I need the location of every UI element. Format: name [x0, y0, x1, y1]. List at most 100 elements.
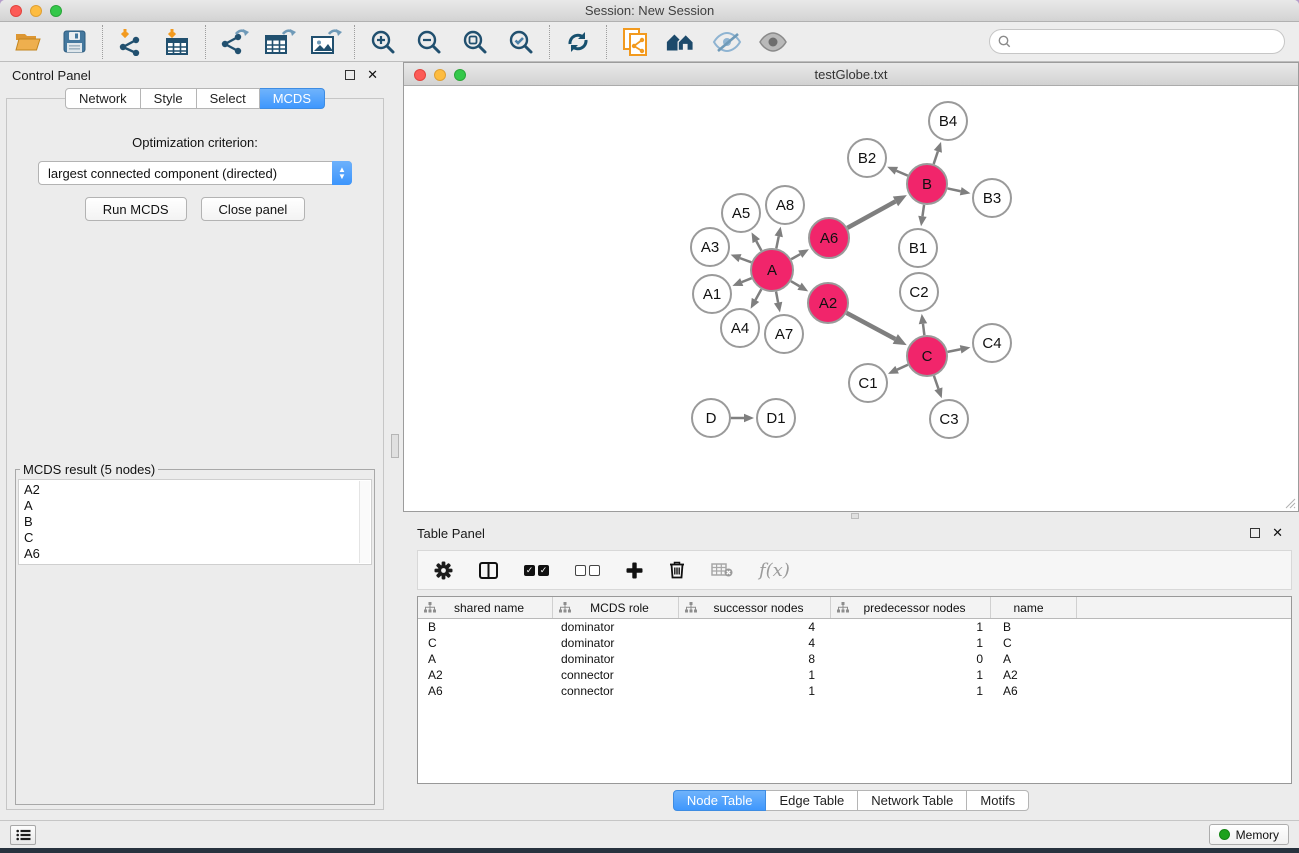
network-close-button[interactable]	[414, 69, 426, 81]
tab-select[interactable]: Select	[197, 88, 260, 109]
delete-row-icon[interactable]	[669, 561, 685, 579]
graph-edge-A-A6[interactable]	[791, 254, 800, 259]
export-image-icon[interactable]	[310, 26, 342, 58]
table-cell[interactable]: B	[991, 620, 1077, 634]
network-canvas[interactable]: AA1A3A5A8A4A7A6A2BB1B2B3B4CC1C2C3C4DD1	[404, 86, 1298, 511]
split-columns-icon[interactable]	[479, 562, 498, 579]
graph-edge-B-B2[interactable]	[896, 171, 907, 176]
run-mcds-button[interactable]: Run MCDS	[85, 197, 187, 221]
maximize-window-button[interactable]	[50, 5, 62, 17]
graph-edge-A-A5[interactable]	[756, 241, 761, 251]
home-icon[interactable]	[665, 26, 697, 58]
graph-edge-B-B3[interactable]	[948, 188, 961, 191]
graph-edge-A-A2[interactable]	[791, 281, 800, 286]
table-cell[interactable]: 4	[679, 620, 831, 634]
graph-edge-B-B4[interactable]	[934, 151, 938, 164]
table-cell[interactable]: 0	[831, 652, 991, 666]
table-cell[interactable]: 1	[831, 684, 991, 698]
import-network-icon[interactable]	[115, 26, 147, 58]
table-cell[interactable]: 4	[679, 636, 831, 650]
resize-grip-icon[interactable]	[1284, 497, 1296, 509]
close-window-button[interactable]	[10, 5, 22, 17]
search-input[interactable]	[989, 29, 1285, 54]
table-cell[interactable]: dominator	[553, 620, 679, 634]
table-float-panel-icon[interactable]	[1250, 528, 1260, 538]
column-header-MCDS-role[interactable]: MCDS role	[553, 597, 679, 618]
zoom-fit-icon[interactable]	[459, 26, 491, 58]
table-cell[interactable]: C	[991, 636, 1077, 650]
tab-node-table[interactable]: Node Table	[673, 790, 767, 811]
graph-edge-A6-B[interactable]	[847, 201, 895, 227]
select-all-checkboxes-icon[interactable]: ✓✓	[524, 565, 549, 576]
table-cell[interactable]: C	[418, 636, 553, 650]
table-cell[interactable]: A2	[991, 668, 1077, 682]
mcds-list-scrollbar[interactable]	[359, 481, 370, 563]
show-graphics-details-icon[interactable]	[757, 26, 789, 58]
graph-edge-A2-C[interactable]	[847, 313, 896, 339]
task-history-button[interactable]	[10, 825, 36, 845]
tab-mcds[interactable]: MCDS	[260, 88, 325, 109]
export-table-icon[interactable]	[264, 26, 296, 58]
zoom-out-icon[interactable]	[413, 26, 445, 58]
column-header-predecessor-nodes[interactable]: predecessor nodes	[831, 597, 991, 618]
table-cell[interactable]: A	[418, 652, 553, 666]
table-cell[interactable]: A2	[418, 668, 553, 682]
mcds-result-item[interactable]: A	[24, 498, 366, 514]
graph-edge-A-A7[interactable]	[776, 292, 778, 303]
mcds-result-item[interactable]: A2	[24, 482, 366, 498]
memory-button[interactable]: Memory	[1209, 824, 1289, 845]
close-panel-icon[interactable]: ✕	[367, 70, 378, 80]
graph-edge-C-C4[interactable]	[948, 349, 961, 352]
table-cell[interactable]: 1	[831, 620, 991, 634]
horizontal-splitter[interactable]	[403, 512, 1299, 520]
table-cell[interactable]: 1	[679, 668, 831, 682]
table-cell[interactable]: A6	[991, 684, 1077, 698]
close-panel-button[interactable]: Close panel	[201, 197, 306, 221]
table-cell[interactable]: connector	[553, 684, 679, 698]
table-cell[interactable]: dominator	[553, 636, 679, 650]
horizontal-splitter-handle[interactable]	[851, 513, 859, 519]
tab-network[interactable]: Network	[65, 88, 141, 109]
graph-edge-C-C2[interactable]	[923, 324, 924, 335]
graph-edge-C-C3[interactable]	[934, 376, 939, 389]
gear-icon[interactable]	[434, 561, 453, 580]
graph-edge-A-A4[interactable]	[755, 289, 761, 300]
network-maximize-button[interactable]	[454, 69, 466, 81]
splitter-handle[interactable]	[391, 434, 399, 458]
import-table-icon[interactable]	[161, 26, 193, 58]
export-network-icon[interactable]	[218, 26, 250, 58]
graph-edge-A-A8[interactable]	[776, 236, 778, 248]
table-cell[interactable]: 8	[679, 652, 831, 666]
column-header-shared-name[interactable]: shared name	[418, 597, 553, 618]
graph-edge-A-A1[interactable]	[742, 278, 752, 282]
table-close-panel-icon[interactable]: ✕	[1272, 528, 1283, 538]
graph-edge-B-B1[interactable]	[922, 205, 924, 217]
table-cell[interactable]: 1	[831, 668, 991, 682]
float-panel-icon[interactable]	[345, 70, 355, 80]
network-minimize-button[interactable]	[434, 69, 446, 81]
table-cell[interactable]: connector	[553, 668, 679, 682]
graph-edge-A-A3[interactable]	[740, 258, 751, 262]
save-session-icon[interactable]	[58, 26, 90, 58]
zoom-in-icon[interactable]	[367, 26, 399, 58]
open-session-icon[interactable]	[12, 26, 44, 58]
table-cell[interactable]: A6	[418, 684, 553, 698]
mcds-result-item[interactable]: C	[24, 530, 366, 546]
tab-edge-table[interactable]: Edge Table	[766, 790, 858, 811]
mcds-result-item[interactable]: B	[24, 514, 366, 530]
tab-network-table[interactable]: Network Table	[858, 790, 967, 811]
table-cell[interactable]: dominator	[553, 652, 679, 666]
column-header-name[interactable]: name	[991, 597, 1077, 618]
refresh-icon[interactable]	[562, 26, 594, 58]
table-cell[interactable]: 1	[831, 636, 991, 650]
tab-motifs[interactable]: Motifs	[967, 790, 1029, 811]
minimize-window-button[interactable]	[30, 5, 42, 17]
panel-splitter[interactable]	[390, 62, 403, 820]
add-row-icon[interactable]	[626, 562, 643, 579]
table-cell[interactable]: B	[418, 620, 553, 634]
hide-graphics-details-icon[interactable]	[711, 26, 743, 58]
graph-edge-C-C1[interactable]	[897, 365, 908, 370]
table-cell[interactable]: 1	[679, 684, 831, 698]
table-cell[interactable]: A	[991, 652, 1077, 666]
optimization-criterion-dropdown[interactable]: largest connected component (directed) ▲…	[38, 161, 352, 185]
